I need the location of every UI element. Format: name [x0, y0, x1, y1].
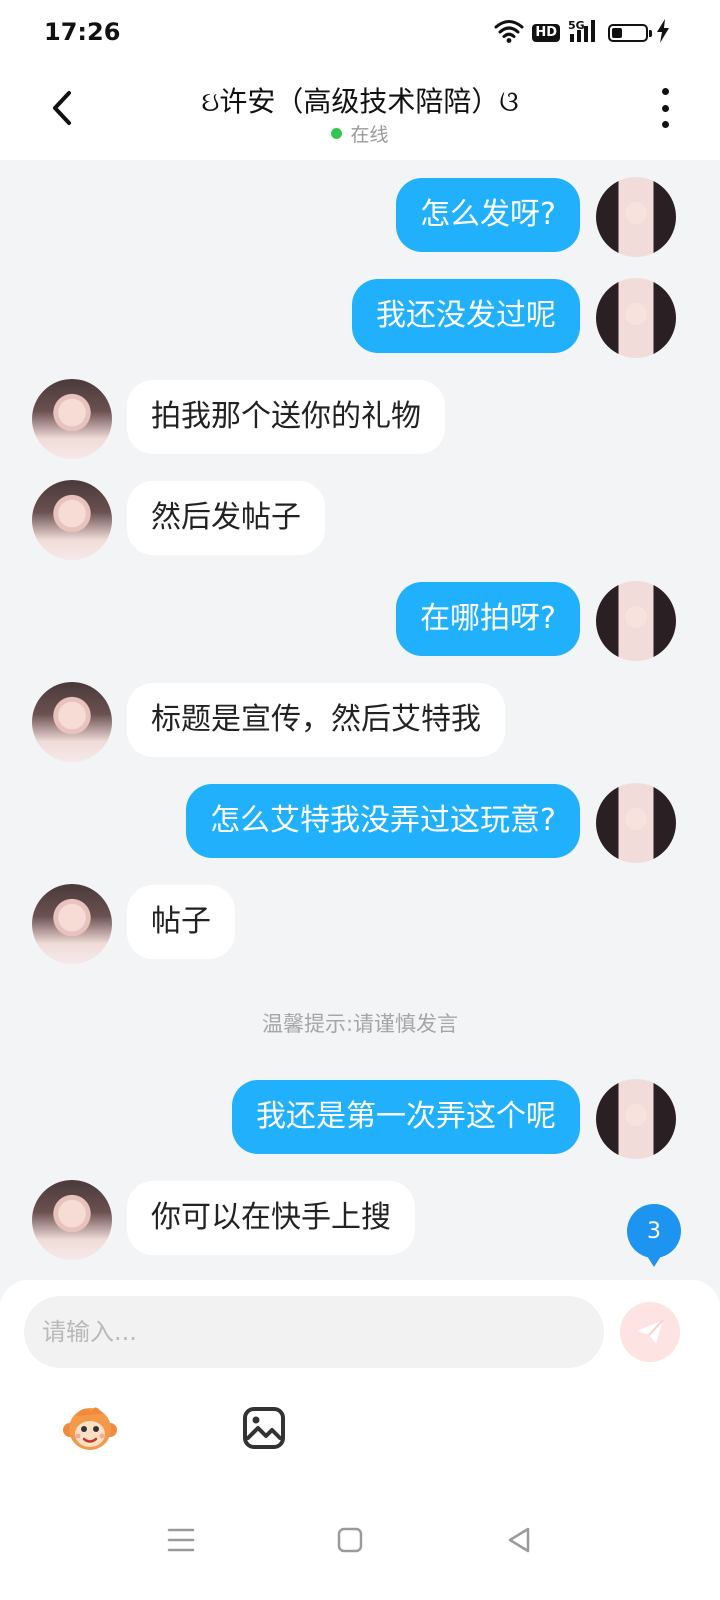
status-time: 17:26: [44, 18, 121, 46]
status-bar: 17:26 HD 5G: [0, 0, 720, 64]
message-bubble-incoming[interactable]: 你可以在快手上搜: [127, 1181, 415, 1255]
hd-icon: HD: [532, 24, 560, 42]
contact-avatar[interactable]: [32, 682, 112, 762]
message-item: 帖子: [0, 884, 720, 964]
unread-count-badge[interactable]: 3: [627, 1204, 681, 1267]
online-dot: [331, 128, 343, 139]
status-icons: HD 5G: [494, 18, 670, 48]
battery-level: [612, 28, 622, 38]
input-panel: [0, 1280, 720, 1480]
send-button[interactable]: [620, 1302, 680, 1362]
message-bubble-incoming[interactable]: 标题是宣传，然后艾特我: [127, 683, 505, 757]
system-back-button[interactable]: [497, 1518, 541, 1562]
message-item: 拍我那个送你的礼物: [0, 379, 720, 459]
image-button[interactable]: [234, 1398, 294, 1458]
menu-button[interactable]: [159, 1518, 203, 1562]
message-bubble-incoming[interactable]: 然后发帖子: [127, 481, 325, 555]
battery-icon: [608, 24, 652, 42]
message-input[interactable]: [24, 1296, 604, 1368]
message-bubble-incoming[interactable]: 拍我那个送你的礼物: [127, 380, 445, 454]
monkey-emoji-icon: [63, 1407, 117, 1450]
charging-icon: [656, 19, 670, 47]
message-bubble-outgoing[interactable]: 在哪拍呀?: [396, 582, 580, 656]
contact-avatar[interactable]: [32, 1180, 112, 1260]
wifi-icon: [494, 19, 524, 47]
message-bubble-outgoing[interactable]: 怎么发呀?: [396, 178, 580, 252]
image-icon: [243, 1407, 285, 1449]
message-bubble-incoming[interactable]: 帖子: [127, 885, 235, 959]
more-vertical-icon: [661, 88, 669, 95]
emoji-button[interactable]: [60, 1398, 120, 1458]
menu-icon: [167, 1528, 195, 1552]
online-status: 在线: [0, 120, 720, 147]
my-avatar[interactable]: [596, 581, 676, 661]
back-triangle-icon: [508, 1527, 530, 1553]
message-item: 在哪拍呀?: [0, 581, 720, 661]
message-bubble-outgoing[interactable]: 我还是第一次弄这个呢: [232, 1080, 580, 1154]
message-item: 标题是宣传，然后艾特我: [0, 682, 720, 762]
message-item: 我还是第一次弄这个呢: [0, 1079, 720, 1159]
system-nav-bar: [0, 1480, 720, 1600]
home-button[interactable]: [328, 1518, 372, 1562]
my-avatar[interactable]: [596, 1079, 676, 1159]
message-item: 怎么艾特我没弄过这玩意?: [0, 783, 720, 863]
chat-header: ઇ许安（高级技术陪陪）ଓ 在线: [0, 64, 720, 160]
online-status-text: 在线: [350, 124, 389, 146]
message-bubble-outgoing[interactable]: 我还没发过呢: [352, 279, 580, 353]
my-avatar[interactable]: [596, 783, 676, 863]
message-item: 你可以在快手上搜: [0, 1180, 720, 1260]
message-item: 然后发帖子: [0, 480, 720, 560]
message-item: 怎么发呀?: [0, 177, 720, 257]
contact-avatar[interactable]: [32, 480, 112, 560]
send-icon: [637, 1319, 664, 1344]
home-square-icon: [337, 1527, 363, 1553]
message-item: 我还没发过呢: [0, 278, 720, 358]
message-list[interactable]: 怎么发呀? 我还没发过呢 拍我那个送你的礼物 然后发帖子 在哪拍呀? 标题是宣传…: [0, 160, 720, 1300]
contact-avatar[interactable]: [32, 884, 112, 964]
my-avatar[interactable]: [596, 177, 676, 257]
svg-text:5G: 5G: [568, 19, 585, 32]
contact-name: ઇ许安（高级技术陪陪）ଓ: [201, 85, 519, 118]
my-avatar[interactable]: [596, 278, 676, 358]
more-button[interactable]: [650, 88, 680, 128]
contact-avatar[interactable]: [32, 379, 112, 459]
signal-5g-icon: 5G: [568, 18, 600, 48]
message-bubble-outgoing[interactable]: 怎么艾特我没弄过这玩意?: [186, 784, 580, 858]
system-tip: 温馨提示:请谨慎发言: [261, 1012, 459, 1036]
